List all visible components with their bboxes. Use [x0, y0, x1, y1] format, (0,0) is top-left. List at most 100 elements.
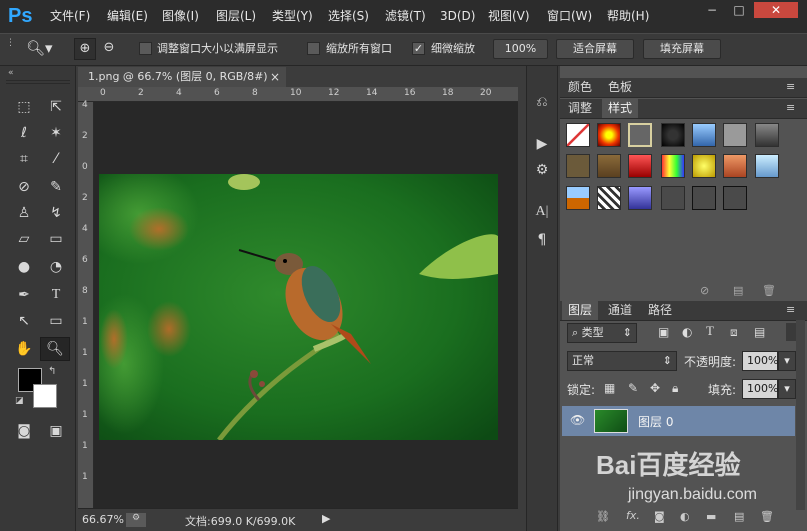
style-swatch-14[interactable]: [755, 154, 779, 178]
hummingbird-photo[interactable]: [99, 174, 498, 440]
menu-3d[interactable]: 3D(D): [440, 0, 475, 33]
clear-style-icon[interactable]: ⊘: [700, 284, 709, 297]
scrubby-zoom-checkbox[interactable]: ✓: [412, 42, 425, 55]
opacity-input[interactable]: 100%: [742, 351, 778, 371]
history-brush-icon[interactable]: ↯: [44, 202, 68, 224]
layers-scrollbar[interactable]: [796, 320, 805, 510]
style-none-swatch[interactable]: [566, 123, 590, 147]
document-tab[interactable]: 1.png @ 66.7% (图层 0, RGB/8#): [78, 67, 286, 87]
panel-menu-icon[interactable]: ≡: [786, 80, 795, 93]
delete-layer-icon[interactable]: 🗑︎: [760, 510, 774, 523]
brush-tool-icon[interactable]: ✎: [44, 176, 68, 198]
crop-tool-icon[interactable]: ⌗: [12, 148, 36, 170]
clone-stamp-icon[interactable]: ♙: [12, 202, 36, 224]
opacity-dropdown-icon[interactable]: ▾: [778, 351, 796, 371]
quick-mask-icon[interactable]: ◙: [12, 420, 36, 442]
eraser-icon[interactable]: ▱: [12, 228, 36, 250]
default-colors-icon[interactable]: ◪: [15, 396, 24, 406]
fill-dropdown-icon[interactable]: ▾: [778, 379, 796, 399]
zoom-tool-preset-icon[interactable]: 🔍︎▾: [26, 39, 56, 59]
fill-input[interactable]: 100%: [742, 379, 778, 399]
lasso-tool-icon[interactable]: ℓ: [12, 122, 36, 144]
filter-toggle[interactable]: [786, 323, 796, 341]
resize-windows-checkbox[interactable]: [139, 42, 152, 55]
tab-layers[interactable]: 图层: [562, 301, 599, 320]
layers-menu-icon[interactable]: ≡: [786, 303, 795, 316]
style-swatch-17[interactable]: [628, 186, 652, 210]
zoom-level[interactable]: 66.67%: [82, 513, 124, 526]
tab-adjustments[interactable]: 调整: [562, 99, 598, 118]
dodge-icon[interactable]: ◔: [44, 256, 68, 278]
tab-channels[interactable]: 通道: [602, 301, 638, 320]
close-button[interactable]: ✕: [754, 2, 798, 18]
filter-pixel-icon[interactable]: ▣: [658, 325, 669, 339]
style-swatch-16[interactable]: [597, 186, 621, 210]
rectangle-tool-icon[interactable]: ▭: [44, 310, 68, 332]
menu-layer[interactable]: 图层(L): [216, 0, 256, 33]
type-tool-icon[interactable]: T: [44, 284, 68, 306]
menu-select[interactable]: 选择(S): [328, 0, 369, 33]
tab-swatches[interactable]: 色板: [602, 78, 638, 97]
background-color-swatch[interactable]: [33, 384, 57, 408]
layer-filter-select[interactable]: ⌕ 类型 ⇕: [567, 323, 637, 343]
properties-panel-icon[interactable]: ⚙: [531, 160, 553, 180]
tab-paths[interactable]: 路径: [642, 301, 678, 320]
zoom-all-checkbox[interactable]: [307, 42, 320, 55]
character-panel-icon[interactable]: A|: [531, 202, 553, 222]
filter-type-icon[interactable]: T: [706, 323, 714, 339]
actions-panel-icon[interactable]: ▶: [531, 134, 553, 154]
move-tool-icon[interactable]: ⇱: [44, 96, 68, 118]
add-mask-icon[interactable]: ◙: [654, 510, 665, 523]
style-swatch-4[interactable]: [661, 123, 685, 147]
gradient-icon[interactable]: ▭: [44, 228, 68, 250]
lock-position-icon[interactable]: ✥: [650, 381, 660, 395]
link-layers-icon[interactable]: ⛓: [596, 510, 610, 523]
history-panel-icon[interactable]: ⎌: [531, 92, 553, 112]
menu-type[interactable]: 类型(Y): [272, 0, 313, 33]
zoom-out-icon[interactable]: ⊖: [98, 38, 120, 60]
style-swatch-20[interactable]: [723, 186, 747, 210]
filter-smart-icon[interactable]: ▤: [754, 325, 765, 339]
status-menu-arrow-icon[interactable]: ▶: [322, 512, 330, 525]
zoom-100-button[interactable]: 100%: [493, 39, 548, 59]
style-swatch-12[interactable]: [692, 154, 716, 178]
hand-tool-icon[interactable]: ✋: [12, 338, 36, 360]
filter-adjust-icon[interactable]: ◐: [682, 325, 692, 339]
blur-icon[interactable]: ●: [12, 256, 36, 278]
style-swatch-11[interactable]: [661, 154, 685, 178]
menu-filter[interactable]: 滤镜(T): [385, 0, 426, 33]
layer-name[interactable]: 图层 0: [638, 413, 673, 430]
adjustment-layer-icon[interactable]: ◐: [680, 510, 690, 523]
new-layer-icon[interactable]: ▤: [734, 510, 744, 523]
menu-view[interactable]: 视图(V): [488, 0, 530, 33]
style-swatch-2[interactable]: [597, 123, 621, 147]
new-style-icon[interactable]: ▤: [733, 284, 743, 297]
menu-window[interactable]: 窗口(W): [547, 0, 592, 33]
menu-edit[interactable]: 编辑(E): [107, 0, 148, 33]
lock-all-icon[interactable]: 🔒︎: [672, 381, 678, 396]
collapse-arrows-icon[interactable]: «: [8, 68, 14, 78]
maximize-button[interactable]: □: [727, 2, 751, 18]
style-swatch-10[interactable]: [628, 154, 652, 178]
tab-color[interactable]: 颜色: [562, 78, 598, 97]
fit-screen-button[interactable]: 适合屏幕: [556, 39, 634, 59]
style-swatch-18[interactable]: [661, 186, 685, 210]
style-swatch-9[interactable]: [597, 154, 621, 178]
visibility-eye-icon[interactable]: 👁︎: [570, 413, 585, 427]
menu-help[interactable]: 帮助(H): [607, 0, 649, 33]
lock-pixels-icon[interactable]: ✎: [628, 381, 638, 395]
style-swatch-15[interactable]: [566, 186, 590, 210]
style-swatch-8[interactable]: [566, 154, 590, 178]
swap-colors-icon[interactable]: ↰: [48, 366, 56, 377]
styles-menu-icon[interactable]: ≡: [786, 101, 795, 114]
document-close-icon[interactable]: ×: [270, 70, 280, 84]
marquee-tool-icon[interactable]: ⬚: [12, 96, 36, 118]
style-swatch-3[interactable]: [628, 123, 652, 147]
fx-icon[interactable]: fx.: [626, 509, 640, 522]
path-select-icon[interactable]: ↖: [12, 310, 36, 332]
tab-styles[interactable]: 样式: [602, 99, 639, 118]
filter-shape-icon[interactable]: ⧈: [730, 325, 738, 340]
fill-screen-button[interactable]: 填充屏幕: [643, 39, 721, 59]
style-swatch-19[interactable]: [692, 186, 716, 210]
layer-row[interactable]: 👁︎ 图层 0: [562, 406, 795, 436]
